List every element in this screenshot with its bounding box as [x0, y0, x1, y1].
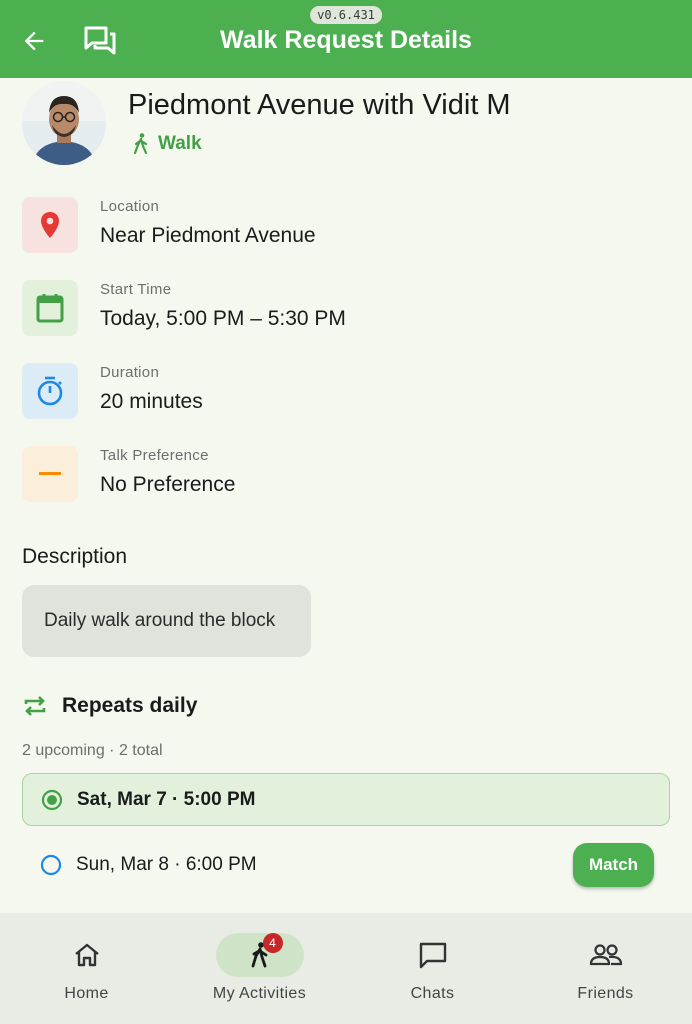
- home-icon-wrap: [43, 933, 131, 977]
- nav-label-my-activities: My Activities: [212, 985, 307, 1002]
- timer-icon: [37, 376, 63, 406]
- nav-label-home: Home: [64, 985, 109, 1002]
- location-value: Near Piedmont Avenue: [100, 224, 316, 247]
- detail-talk-preference: Talk Preference No Preference: [22, 446, 672, 502]
- radio-selected-icon[interactable]: [41, 789, 63, 811]
- talk-preference-label: Talk Preference: [100, 447, 209, 464]
- nav-label-friends: Friends: [577, 985, 634, 1002]
- detail-duration: Duration 20 minutes: [22, 363, 672, 419]
- detail-start-time: Start Time Today, 5:00 PM – 5:30 PM: [22, 280, 672, 336]
- talk-preference-value: No Preference: [100, 473, 236, 496]
- repeat-label: Repeats daily: [62, 694, 198, 717]
- walk-type: Walk: [132, 133, 202, 155]
- bottom-nav: Home 4 My Activities Chats Friends: [0, 913, 692, 1024]
- walk-title: Piedmont Avenue with Vidit M: [128, 89, 511, 121]
- app-bar: v0.6.431 Walk Request Details: [0, 0, 692, 78]
- occurrence-text: Sat, Mar 7 · 5:00 PM: [77, 788, 256, 810]
- version-badge: v0.6.431: [310, 6, 382, 24]
- occurrence-item[interactable]: Sun, Mar 8 · 6:00 PM Match: [22, 838, 670, 891]
- walking-person-icon: [133, 133, 148, 155]
- page-title: Walk Request Details: [220, 26, 472, 54]
- home-icon: [74, 943, 99, 967]
- detail-location: Location Near Piedmont Avenue: [22, 197, 672, 253]
- timer-icon-box: [22, 363, 78, 419]
- duration-value: 20 minutes: [100, 390, 203, 413]
- repeat-row: Repeats daily: [22, 694, 197, 718]
- duration-label: Duration: [100, 364, 160, 381]
- chats-icon-wrap: [389, 933, 477, 977]
- upcoming-summary: 2 upcoming · 2 total: [22, 742, 163, 759]
- people-icon: [589, 944, 622, 966]
- nav-item-my-activities[interactable]: 4 My Activities: [173, 913, 346, 1024]
- notification-badge: 4: [262, 933, 283, 953]
- talk-icon-box: [22, 446, 78, 502]
- nav-item-friends[interactable]: Friends: [519, 913, 692, 1024]
- nav-label-chats: Chats: [410, 985, 455, 1002]
- walk-type-label: Walk: [158, 133, 202, 154]
- occurrence-item[interactable]: Sat, Mar 7 · 5:00 PM: [22, 773, 670, 826]
- start-time-value: Today, 5:00 PM – 5:30 PM: [100, 307, 346, 330]
- description-text: Daily walk around the block: [22, 585, 311, 657]
- location-icon-box: [22, 197, 78, 253]
- location-label: Location: [100, 198, 160, 215]
- calendar-icon: [36, 294, 64, 323]
- radio-unselected-icon[interactable]: [40, 854, 62, 876]
- nav-item-chats[interactable]: Chats: [346, 913, 519, 1024]
- user-photo-icon: [22, 81, 106, 165]
- match-button[interactable]: Match: [573, 843, 654, 887]
- dash-icon: [39, 472, 61, 475]
- description-heading: Description: [22, 545, 128, 568]
- activities-icon-wrap: 4: [215, 933, 304, 977]
- location-pin-icon: [41, 212, 59, 238]
- repeat-icon: [24, 696, 46, 716]
- nav-item-home[interactable]: Home: [0, 913, 173, 1024]
- walk-header: Piedmont Avenue with Vidit M Walk: [22, 81, 672, 165]
- occurrence-text: Sun, Mar 8 · 6:00 PM: [76, 853, 257, 875]
- friends-icon-wrap: [562, 933, 650, 977]
- avatar[interactable]: [22, 81, 106, 165]
- chat-bubble-icon: [419, 942, 446, 969]
- calendar-icon-box: [22, 280, 78, 336]
- start-time-label: Start Time: [100, 281, 172, 298]
